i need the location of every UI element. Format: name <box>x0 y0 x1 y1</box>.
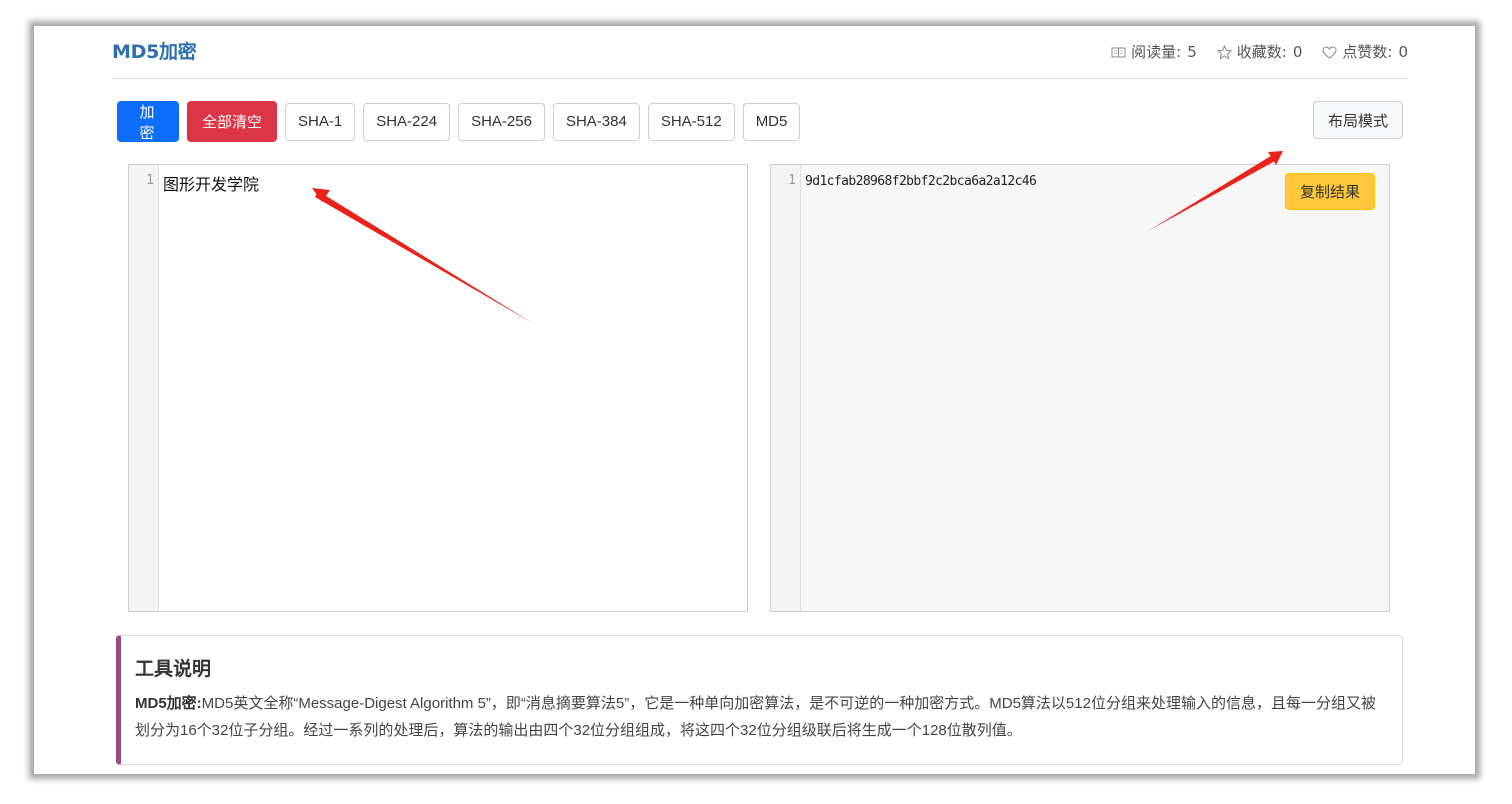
stat-like-value: 0 <box>1398 43 1408 61</box>
copy-result-button[interactable]: 复制结果 <box>1285 173 1375 210</box>
output-editor[interactable]: 1 9d1cfab28968f2bbf2c2bca6a2a12c46 复制结果 <box>770 164 1390 612</box>
header-divider <box>112 78 1408 79</box>
output-hash-text[interactable]: 9d1cfab28968f2bbf2c2bca6a2a12c46 <box>805 174 1037 189</box>
stat-like-count: 点赞数: 0 <box>1322 41 1408 63</box>
heart-icon <box>1322 45 1337 59</box>
sha224-button[interactable]: SHA-224 <box>363 102 451 141</box>
line-number: 1 <box>146 173 154 188</box>
encrypt-button[interactable]: 加 密 <box>117 101 179 142</box>
page-frame: MD5加密 阅读量: 5 收藏数: 0 点赞数: 0 加 密 全部清空 SHA-… <box>34 26 1475 774</box>
stat-favorite-value: 0 <box>1292 43 1303 61</box>
input-editor[interactable]: 1 图形开发学院 <box>128 164 748 612</box>
clear-all-button[interactable]: 全部清空 <box>187 101 277 142</box>
description-text: MD5英文全称“Message-Digest Algorithm 5”，即“消息… <box>135 695 1376 739</box>
sha384-button[interactable]: SHA-384 <box>552 102 640 141</box>
md5-button[interactable]: MD5 <box>742 102 801 141</box>
stat-favorite-count: 收藏数: 0 <box>1216 41 1303 63</box>
sha512-button[interactable]: SHA-512 <box>647 102 735 141</box>
stat-read-count: 阅读量: 5 <box>1111 41 1197 63</box>
description-title: 工具说明 <box>135 658 212 680</box>
sha1-button[interactable]: SHA-1 <box>285 102 356 141</box>
tool-description-panel: 工具说明 MD5加密:MD5英文全称“Message-Digest Algori… <box>116 635 1403 765</box>
description-body: MD5加密:MD5英文全称“Message-Digest Algorithm 5… <box>135 690 1388 744</box>
stat-read-label: 阅读量: <box>1131 43 1182 61</box>
book-icon <box>1111 47 1126 57</box>
toolbar: 加 密 全部清空 SHA-1 SHA-224 SHA-256 SHA-384 S… <box>117 101 808 142</box>
page-stats: 阅读量: 5 收藏数: 0 点赞数: 0 <box>1091 41 1408 63</box>
page-title: MD5加密 <box>112 41 197 63</box>
output-editor-gutter: 1 <box>771 165 801 611</box>
description-lead: MD5加密: <box>135 695 202 712</box>
stat-like-label: 点赞数: <box>1342 43 1393 61</box>
input-editor-gutter: 1 <box>129 165 159 611</box>
stat-read-value: 5 <box>1187 43 1197 61</box>
line-number: 1 <box>788 173 796 188</box>
sha256-button[interactable]: SHA-256 <box>458 102 545 141</box>
star-icon <box>1216 44 1232 60</box>
stat-favorite-label: 收藏数: <box>1236 43 1287 61</box>
layout-mode-button[interactable]: 布局模式 <box>1313 101 1403 139</box>
input-text[interactable]: 图形开发学院 <box>163 171 259 195</box>
